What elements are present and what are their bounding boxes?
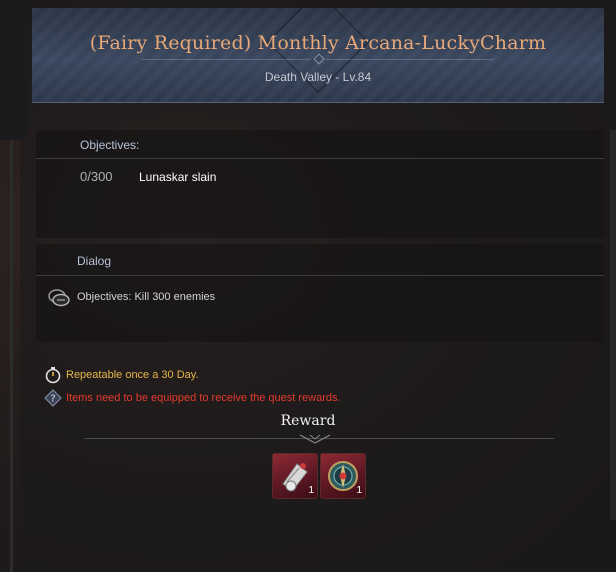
reward-ornament-icon xyxy=(299,434,331,444)
equip-warning-text: Items need to be equipped to receive the… xyxy=(66,392,341,404)
dialog-section: Dialog Objectives: Kill 300 enemies xyxy=(36,244,604,342)
help-icon: ? xyxy=(44,389,62,407)
speech-bubble-icon xyxy=(48,289,70,307)
quest-header: (Fairy Required) Monthly Arcana-LuckyCha… xyxy=(32,8,604,103)
reward-item-scroll[interactable]: 1 xyxy=(272,453,318,499)
svg-text:?: ? xyxy=(50,394,55,405)
objective-text: Lunaskar slain xyxy=(139,170,217,184)
dialog-heading: Dialog xyxy=(77,254,112,268)
objectives-section: Objectives: 0/300 Lunaskar slain xyxy=(36,130,604,238)
objective-progress: 0/300 xyxy=(80,169,113,184)
quest-title: (Fairy Required) Monthly Arcana-LuckyCha… xyxy=(89,32,547,54)
repeatable-note: Repeatable once a 30 Day. xyxy=(44,366,199,384)
equip-warning-note: ? Items need to be equipped to receive t… xyxy=(44,389,341,407)
reward-heading: Reward xyxy=(280,413,336,429)
dialog-text: Objectives: Kill 300 enemies xyxy=(77,291,216,303)
stopwatch-icon xyxy=(45,367,61,384)
repeatable-text: Repeatable once a 30 Day. xyxy=(66,369,199,381)
quest-location: Death Valley - Lv.84 xyxy=(264,70,372,84)
objectives-heading: Objectives: xyxy=(80,138,140,152)
reward-item-charm[interactable]: 1 xyxy=(320,453,366,499)
reward-quantity: 1 xyxy=(356,485,362,496)
reward-quantity: 1 xyxy=(308,485,314,496)
background-edge xyxy=(10,140,13,572)
